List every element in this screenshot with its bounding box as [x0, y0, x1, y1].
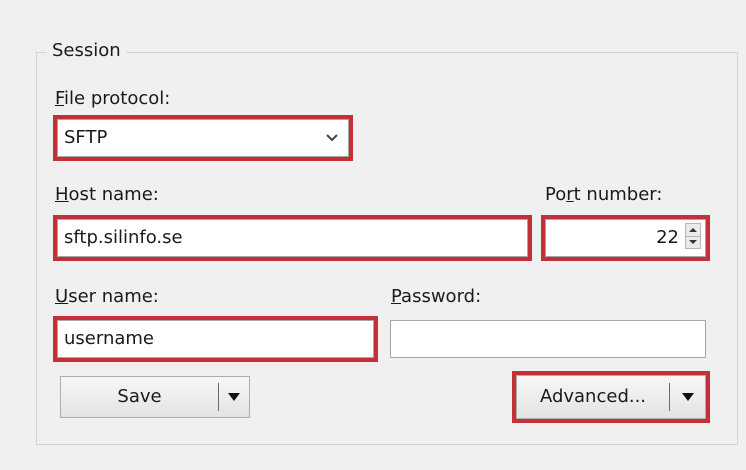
- port-number-accesskey: r: [566, 184, 574, 205]
- triangle-down-icon: [228, 393, 240, 401]
- spin-up-button[interactable]: [686, 224, 700, 236]
- file-protocol-value: SFTP: [64, 127, 108, 148]
- password-input[interactable]: [390, 320, 706, 358]
- file-protocol-label: File protocol:: [55, 88, 170, 110]
- user-name-label-text: ser name:: [68, 286, 159, 307]
- save-split-button: Save: [60, 376, 250, 418]
- advanced-split-button: Advanced...: [516, 375, 706, 419]
- spin-down-button[interactable]: [686, 235, 700, 249]
- port-number-label-text: t number:: [573, 184, 663, 205]
- password-label: Password:: [391, 286, 481, 308]
- port-number-value: 22: [656, 227, 679, 248]
- triangle-down-icon: [689, 240, 697, 245]
- advanced-button[interactable]: Advanced...: [517, 386, 669, 408]
- host-name-value: sftp.silinfo.se: [64, 227, 183, 248]
- file-protocol-select[interactable]: SFTP: [57, 119, 349, 157]
- user-name-input[interactable]: username: [57, 320, 374, 358]
- password-accesskey: P: [391, 286, 402, 307]
- chevron-down-icon: [322, 128, 342, 148]
- host-name-input[interactable]: sftp.silinfo.se: [57, 219, 528, 257]
- port-number-spinner: [685, 223, 701, 249]
- user-name-label: User name:: [55, 286, 159, 308]
- user-name-value: username: [64, 328, 154, 349]
- port-number-label: Port number:: [545, 184, 662, 206]
- save-button[interactable]: Save: [61, 386, 218, 408]
- port-number-input[interactable]: 22: [545, 219, 706, 257]
- file-protocol-label-text: ile protocol:: [64, 88, 171, 109]
- triangle-up-icon: [689, 227, 697, 232]
- password-label-text: assword:: [401, 286, 482, 307]
- triangle-down-icon: [681, 393, 694, 401]
- host-name-accesskey: H: [55, 184, 69, 205]
- save-dropdown-button[interactable]: [219, 377, 249, 417]
- file-protocol-accesskey: F: [55, 88, 65, 109]
- port-number-label-pre: Po: [545, 184, 567, 205]
- host-name-label-text: ost name:: [68, 184, 159, 205]
- user-name-accesskey: U: [55, 286, 69, 307]
- host-name-label: Host name:: [55, 184, 159, 206]
- advanced-dropdown-button[interactable]: [670, 376, 705, 418]
- session-group-title: Session: [47, 40, 126, 62]
